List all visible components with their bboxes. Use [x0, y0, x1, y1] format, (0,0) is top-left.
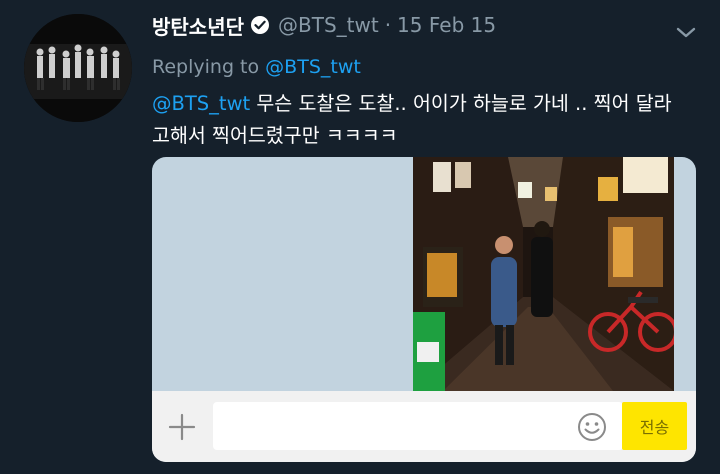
replying-to-link[interactable]: @BTS_twt [265, 56, 361, 78]
send-button[interactable]: 전송 [622, 402, 687, 450]
body-mention-link[interactable]: @BTS_twt [152, 92, 250, 115]
separator-dot: · [384, 13, 392, 37]
tweet-header: 방탄소년단 @BTS_twt · 15 Feb 15 [152, 10, 496, 40]
tweet-date[interactable]: 15 Feb 15 [397, 13, 496, 37]
plus-icon[interactable] [166, 411, 198, 443]
verified-badge-icon [250, 15, 270, 35]
replying-to-line: Replying to @BTS_twt [152, 56, 361, 78]
group-photo [24, 14, 132, 122]
chat-input[interactable] [213, 402, 623, 450]
tweet-media[interactable]: 전송 [152, 157, 696, 462]
street-photo [413, 157, 674, 391]
tweet-text: @BTS_twt 무슨 도찰은 도찰.. 어이가 하늘로 가네 .. 찍어 달라… [152, 88, 692, 152]
replying-prefix: Replying to [152, 56, 260, 78]
chat-input-bar: 전송 [152, 391, 696, 462]
display-name[interactable]: 방탄소년단 [152, 11, 244, 40]
smiley-icon[interactable] [576, 411, 608, 443]
handle[interactable]: @BTS_twt [278, 13, 379, 37]
tweet: 방탄소년단 @BTS_twt · 15 Feb 15 Replying to @… [0, 0, 720, 474]
chevron-down-icon[interactable] [674, 20, 698, 44]
avatar[interactable] [24, 14, 132, 122]
